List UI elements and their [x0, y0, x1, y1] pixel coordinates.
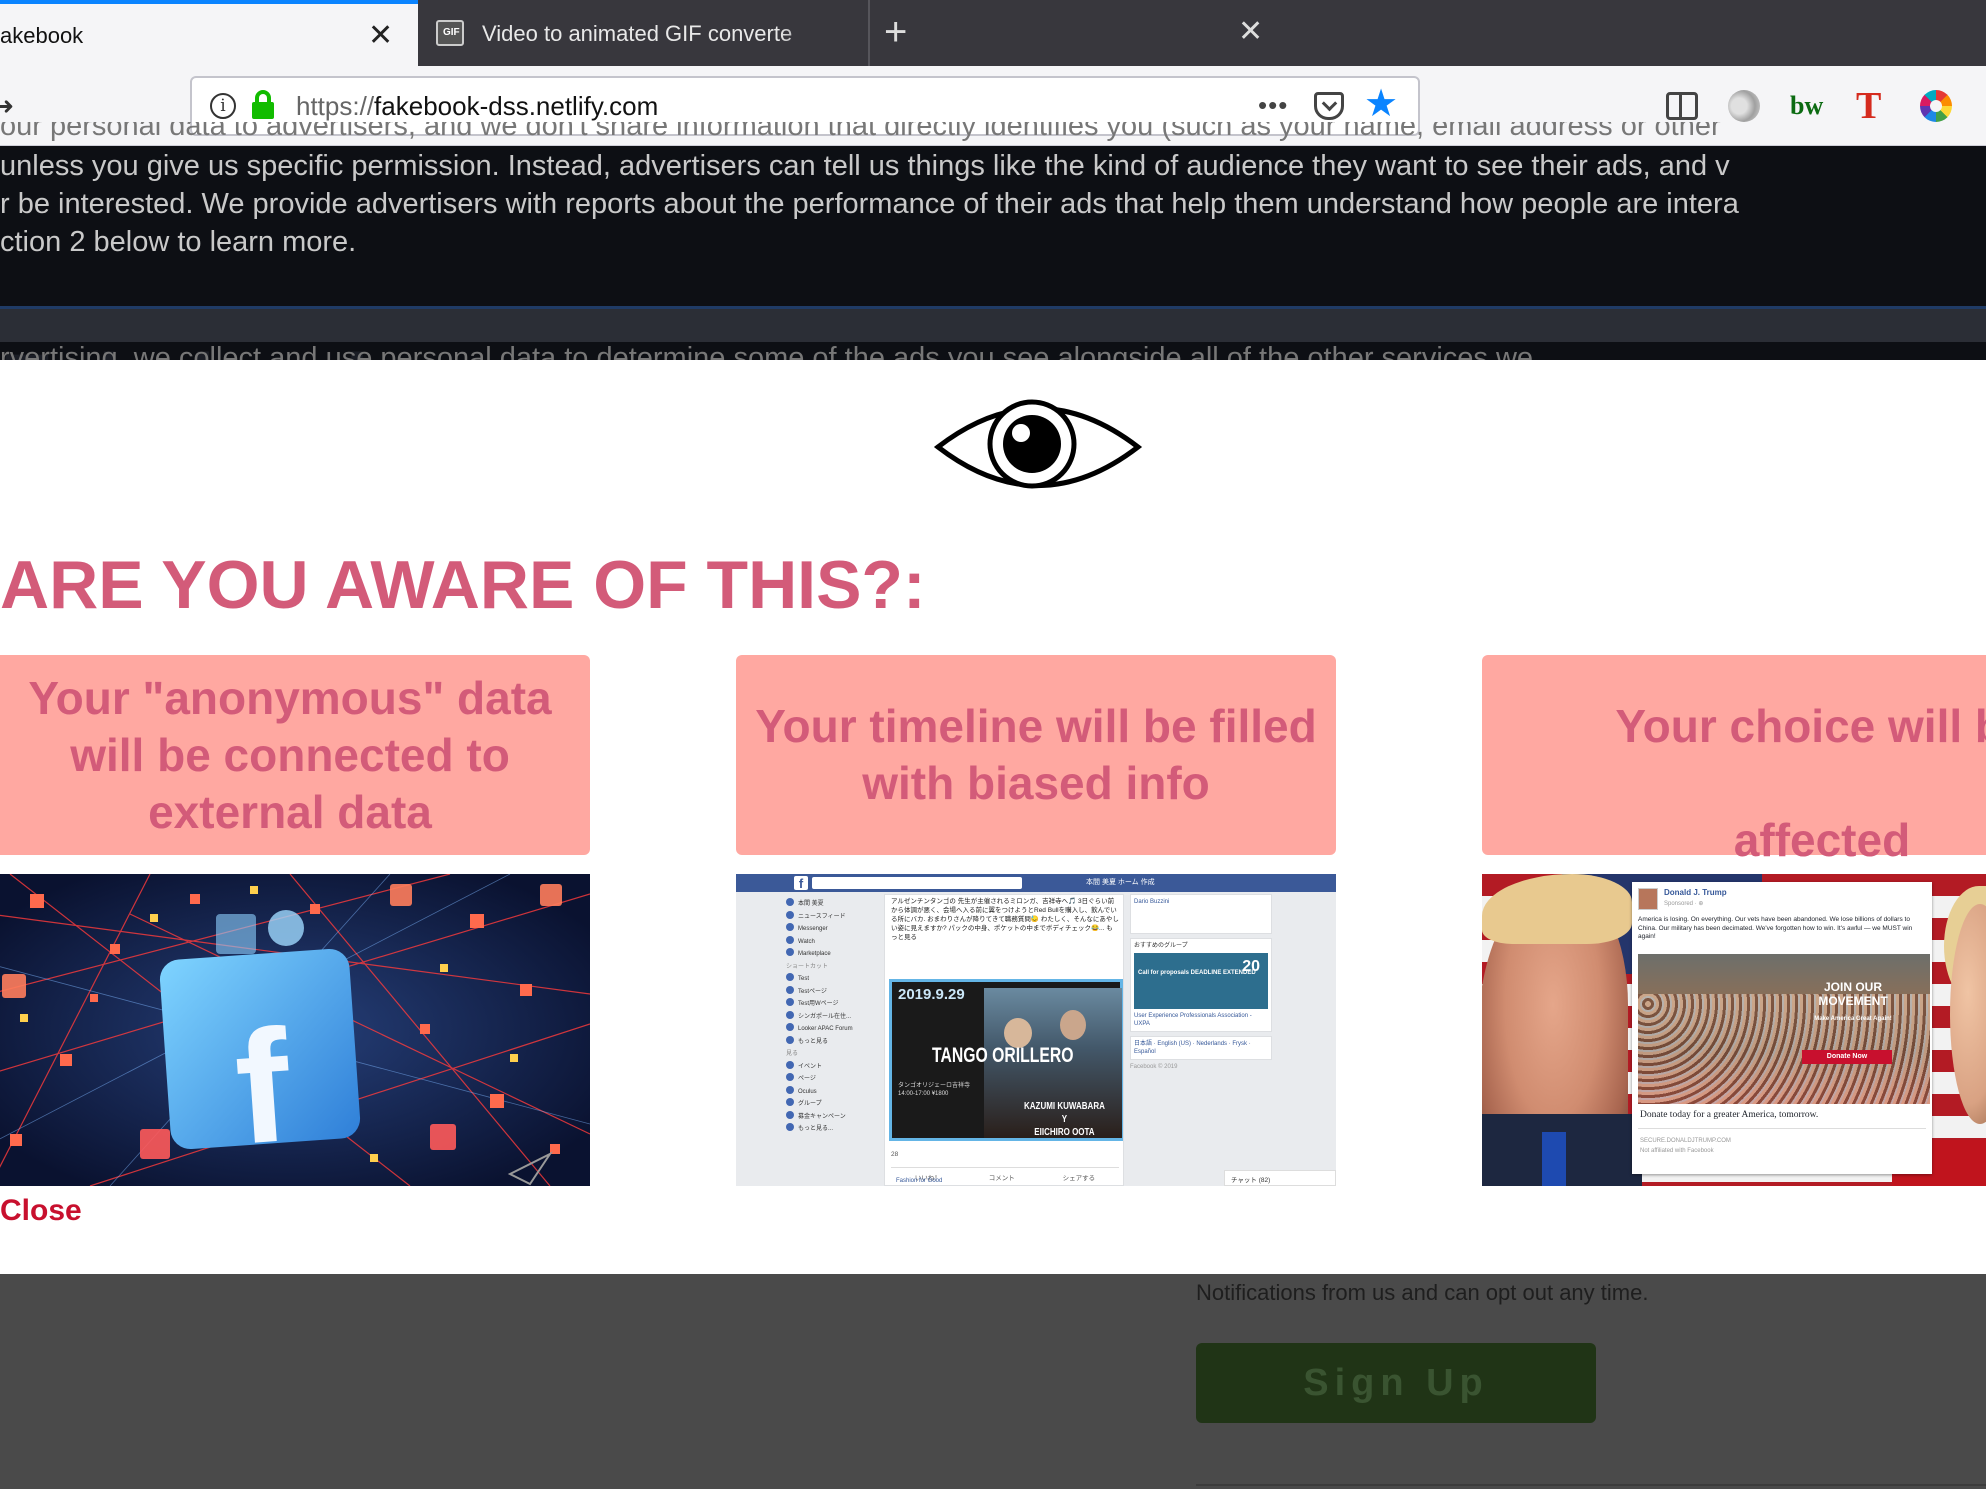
tab-separator [868, 0, 870, 66]
card-text: Your timeline will be filled with biased… [755, 700, 1317, 809]
sign-up-button[interactable]: Sign Up [1196, 1343, 1596, 1423]
gif-favicon-icon [436, 20, 464, 46]
share-action: シェアする [1062, 1175, 1096, 1182]
sponsored-ad-card: Donald J. Trump Sponsored · ⊕ America is… [1632, 882, 1932, 1174]
poster-details: タンゴオリジェーロ吉祥寺 14:00-17:00 ¥1800 [898, 1083, 971, 1097]
political-ad-image: Donald J. Trump Sponsored · ⊕ America is… [1482, 874, 1986, 1186]
ad-avatar [1638, 888, 1658, 910]
fb-menu-heading: 見る [786, 1051, 799, 1057]
warning-card-biased-timeline: Your timeline will be filled with biased… [736, 655, 1336, 855]
deadline-banner: Call for proposals DEADLINE EXTENDED 20 [1134, 953, 1268, 1009]
bw-icon[interactable]: bw [1790, 86, 1823, 126]
divider [1196, 1484, 1986, 1486]
tab-title: Video to animated GIF converte [482, 21, 793, 46]
close-tab-icon[interactable]: ✕ [1238, 14, 1263, 49]
color-wheel-icon[interactable] [1920, 90, 1952, 122]
poster-date: 2019.9.29 [898, 986, 965, 1003]
page-actions-icon[interactable]: ••• [1258, 90, 1288, 121]
fb-menu-item: Test [786, 973, 882, 986]
warning-card-choice-affected: Your choice will be affected [1482, 655, 1986, 866]
fb-chat-bar: チャット (82) [1224, 1170, 1336, 1186]
card-text-line2: affected [1733, 814, 1911, 866]
fb-menu-heading: ショートカット [786, 963, 829, 970]
fb-menu-item: もっと見る... [786, 1123, 882, 1136]
candidate-tie [1542, 1132, 1566, 1186]
fb-languages: 日本語 · English (US) · Nederlands · Frysk … [1130, 1036, 1272, 1060]
fb-top-bar: f 本間 美夏 ホーム 作成 [736, 874, 1336, 892]
fb-menu-item: シンガポール在住... [786, 1011, 882, 1024]
like-count: 28 [891, 1151, 899, 1158]
fb-next-post: Fashion for Good [896, 1178, 943, 1184]
background-divider [0, 306, 1986, 342]
background-signup-section [0, 1274, 1986, 1489]
tab-fakebook[interactable]: akebook ✕ [0, 0, 418, 66]
bookmark-star-icon[interactable]: ★ [1364, 82, 1398, 126]
close-tab-icon[interactable]: ✕ [368, 18, 393, 53]
poster-names: KAZUMI KUWABARA Y EIICHIRO OOTA [1024, 1101, 1105, 1138]
ad-divider [1638, 1128, 1926, 1129]
fb-group-suggestions: おすすめのグループ Call for proposals DEADLINE EX… [1130, 938, 1272, 1032]
fb-menu-item: Test用Wページ [786, 998, 882, 1011]
info-icon[interactable]: i [210, 93, 236, 119]
sidebar-icon[interactable] [1666, 92, 1698, 120]
warning-card-anonymous-data: Your "anonymous" data will be connected … [0, 655, 590, 855]
comment-action: コメント [988, 1175, 1015, 1182]
close-button[interactable]: Close [0, 1194, 82, 1228]
fb-top-nav: 本間 美夏 ホーム 作成 [1086, 879, 1155, 886]
card-text-line1: Your choice will be [1615, 700, 1986, 752]
back-arrow-icon[interactable]: ➜ [0, 92, 14, 121]
fb-right-column: Dario Buzzini おすすめのグループ Call for proposa… [1130, 894, 1272, 1070]
fb-left-menu: 本間 美夏 ニュースフィード Messenger Watch Marketpla… [786, 898, 882, 1136]
fb-friend-suggestion: Dario Buzzini [1130, 894, 1272, 934]
fb-menu-item: ページ [786, 1073, 882, 1086]
modal-title: ARE YOU AWARE OF THIS?: [0, 547, 926, 623]
fb-menu-item: もっと見る [786, 1036, 882, 1049]
eye-icon [933, 399, 1143, 489]
fb-menu-item: Marketplace [786, 948, 882, 961]
ad-caption: Donate today for a greater America, tomo… [1640, 1110, 1819, 1120]
ad-headline: JOIN OUR MOVEMENT Make America Great Aga… [1814, 980, 1892, 1022]
ad-footer: SECURE.DONALDJTRUMP.COM Not affiliated w… [1640, 1138, 1731, 1154]
new-tab-button[interactable]: + [884, 10, 907, 54]
tab-gif-converter[interactable]: Video to animated GIF converte ✕ [420, 0, 1263, 66]
privacy-line: our personal data to advertisers, and we… [0, 122, 1721, 142]
fb-menu-item: Testページ [786, 986, 882, 999]
fb-menu-item: イベント [786, 1061, 882, 1074]
rally-photo: JOIN OUR MOVEMENT Make America Great Aga… [1638, 954, 1930, 1104]
poster-title: TANGO ORILLERO [932, 1044, 1074, 1067]
awareness-modal: ARE YOU AWARE OF THIS?: Your "anonymous"… [0, 360, 1986, 1274]
fb-menu-item: Watch [786, 936, 882, 949]
fb-menu-item: 本間 美夏 [786, 898, 882, 911]
card-text: Your "anonymous" data will be connected … [28, 671, 552, 838]
fb-menu-item: Messenger [786, 923, 882, 936]
ad-body-text: America is losing. On everything. Our ve… [1638, 916, 1913, 940]
notifications-text: Notifications from us and can opt out an… [1196, 1280, 1649, 1305]
tab-title: akebook [0, 23, 84, 48]
tab-bar: akebook ✕ Video to animated GIF converte… [0, 0, 1986, 66]
fb-post-text: アルゼンチンタンゴの 先生が主催されるミロンガ、吉祥寺へ🎵 3日ぐらい前から体調… [891, 898, 1119, 941]
url-text[interactable]: https://fakebook-dss.netlify.com [296, 91, 658, 122]
network-image: f [0, 874, 590, 1186]
fb-search-bar [812, 877, 1022, 889]
t-icon[interactable]: T [1856, 85, 1881, 127]
ghostery-icon[interactable] [1728, 90, 1760, 122]
fb-menu-item: ニュースフィード [786, 911, 882, 924]
ad-page-name: Donald J. Trump [1664, 888, 1727, 897]
fb-footer: Facebook © 2019 [1130, 1064, 1178, 1070]
lock-icon[interactable] [252, 90, 274, 120]
fb-menu-item: Looker APAC Forum [786, 1023, 882, 1036]
fb-group-title: おすすめのグループ [1134, 943, 1188, 949]
pocket-icon[interactable] [1314, 92, 1344, 120]
fb-post: アルゼンチンタンゴの 先生が主催されるミロンガ、吉祥寺へ🎵 3日ぐらい前から体調… [884, 894, 1124, 1186]
fb-menu-item: グループ [786, 1098, 882, 1111]
privacy-text: our personal data to advertisers, and we… [0, 122, 1986, 266]
fb-menu-item: Oculus [786, 1086, 882, 1099]
donate-now-button: Donate Now [1802, 1050, 1892, 1064]
fb-menu-item: 募金キャンペーン [786, 1111, 882, 1124]
tango-poster: 2019.9.29 TANGO ORILLERO タンゴオリジェーロ吉祥寺 14… [889, 979, 1123, 1141]
facebook-logo-icon: f [794, 876, 808, 891]
facebook-feed-image: f 本間 美夏 ホーム 作成 本間 美夏 ニュースフィード Messenger … [736, 874, 1336, 1186]
fb-group-meta: User Experience Professionals Associatio… [1134, 1013, 1252, 1027]
ad-sponsored: Sponsored · ⊕ [1664, 901, 1704, 907]
